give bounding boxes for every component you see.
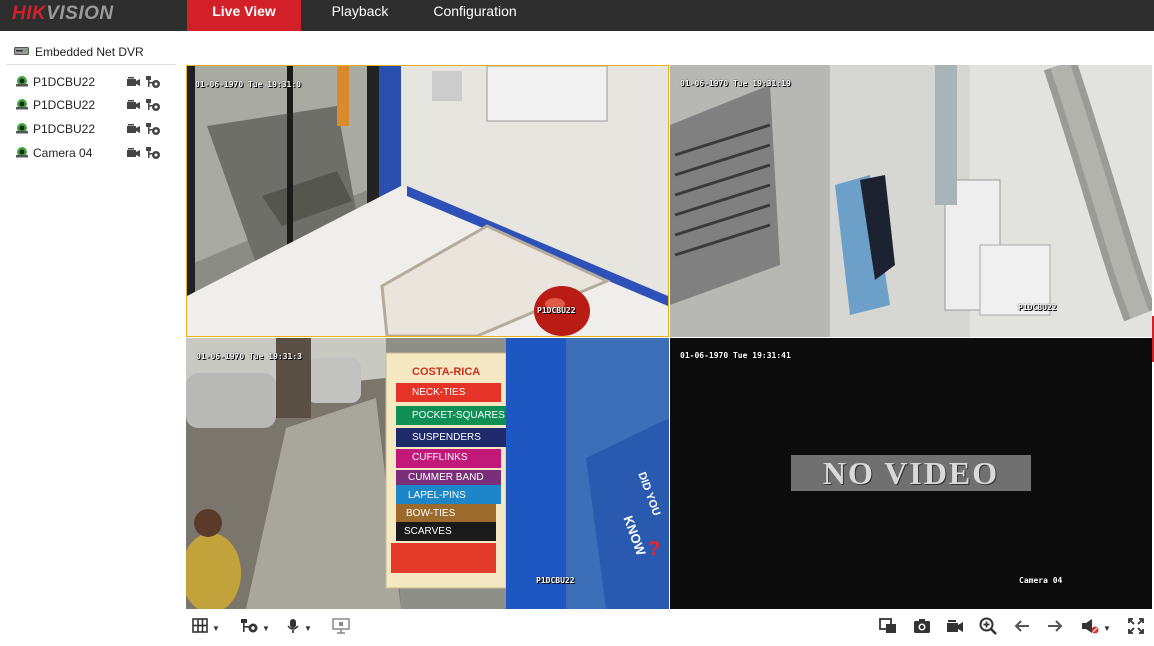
logo-text-hik: HIK	[12, 3, 47, 24]
hikvision-logo: HIKVISION	[12, 3, 114, 25]
window-layout-icon	[192, 618, 208, 638]
record-icon[interactable]	[125, 98, 141, 112]
sign-item: SUSPENDERS	[412, 432, 481, 443]
osd-camera-label: Camera 04	[1019, 576, 1063, 585]
capture-window-button[interactable]	[879, 617, 897, 639]
fullscreen-button[interactable]	[1128, 617, 1144, 639]
next-page-button[interactable]	[1047, 619, 1063, 637]
camera-label: P1DCBU22	[33, 75, 96, 89]
volume-mute-icon	[1081, 618, 1099, 639]
chevron-down-icon: ▼	[304, 623, 312, 633]
video-tile-1[interactable]: 01-06-1970 Tue 19:31:0 P1DCBU22	[186, 65, 669, 337]
snapshot-button[interactable]	[913, 618, 931, 639]
snapshot-icon	[913, 618, 931, 639]
digital-zoom-icon	[332, 617, 350, 639]
capture-window-icon	[879, 617, 897, 639]
record-button[interactable]	[946, 619, 964, 637]
logo-text-vision: VISION	[46, 3, 114, 24]
sign-item: POCKET-SQUARES	[412, 410, 505, 421]
microphone-icon	[286, 618, 300, 639]
camera-status-icon	[15, 75, 29, 90]
volume-button[interactable]: ▼	[1081, 618, 1111, 639]
ptz-icon[interactable]	[145, 146, 161, 160]
sign-item: SCARVES	[404, 526, 452, 537]
osd-camera-label: P1DCBU22	[536, 576, 575, 585]
camera-label: Camera 04	[33, 146, 93, 160]
device-tree-root[interactable]: Embedded Net DVR	[14, 45, 144, 59]
sidebar-divider	[6, 64, 176, 65]
camera-label: P1DCBU22	[33, 122, 96, 136]
camera-label: P1DCBU22	[33, 98, 96, 112]
osd-camera-label: P1DCBU22	[537, 306, 576, 315]
osd-camera-label: P1DCBU22	[1018, 303, 1057, 312]
fullscreen-icon	[1128, 617, 1144, 639]
camera-list-item[interactable]: P1DCBU22	[15, 98, 161, 112]
video-tile-3[interactable]: COSTA-RICA NECK-TIES POCKET-SQUARES SUSP…	[186, 338, 669, 609]
camera-list-item[interactable]: P1DCBU22	[15, 75, 161, 89]
no-video-banner: NO VIDEO	[791, 455, 1031, 491]
record-icon[interactable]	[125, 122, 141, 136]
chevron-down-icon: ▼	[262, 623, 270, 633]
tab-playback[interactable]: Playback	[317, 0, 403, 31]
record-icon	[946, 618, 964, 639]
zoom-in-button[interactable]	[979, 617, 997, 640]
ptz-icon[interactable]	[145, 98, 161, 112]
camera-status-icon	[15, 122, 29, 137]
osd-timestamp: 01-06-1970 Tue 19:31:19	[680, 79, 791, 88]
microphone-button[interactable]: ▼	[286, 618, 312, 639]
camera-status-icon	[15, 98, 29, 113]
chevron-down-icon: ▼	[1103, 623, 1111, 633]
record-icon[interactable]	[125, 146, 141, 160]
previous-page-button[interactable]	[1014, 619, 1030, 637]
next-page-icon	[1047, 619, 1063, 638]
osd-timestamp: 01-06-1970 Tue 19:31:0	[195, 80, 301, 89]
osd-timestamp: 01-06-1970 Tue 19:31:3	[196, 352, 302, 361]
tab-configuration[interactable]: Configuration	[424, 0, 526, 31]
video-tile-2[interactable]: 01-06-1970 Tue 19:31:19 P1DCBU22	[670, 65, 1152, 337]
sign-item: LAPEL-PINS	[408, 490, 466, 501]
osd-timestamp: 01-06-1970 Tue 19:31:41	[680, 351, 791, 360]
ptz-control-button[interactable]: ▼	[240, 618, 270, 639]
ptz-icon[interactable]	[145, 122, 161, 136]
window-layout-button[interactable]: ▼	[192, 618, 220, 638]
video-frame-2	[670, 65, 1152, 337]
sign-item: BOW-TIES	[406, 508, 456, 519]
ptz-icon[interactable]	[145, 75, 161, 89]
top-navigation-bar: HIKVISION Live View Playback Configurati…	[0, 0, 1154, 31]
chevron-down-icon: ▼	[212, 623, 220, 633]
digital-zoom-button[interactable]	[332, 617, 350, 639]
camera-list-item[interactable]: Camera 04	[15, 146, 161, 160]
record-icon[interactable]	[125, 75, 141, 89]
sign-item: CUFFLINKS	[412, 452, 468, 463]
camera-status-icon	[15, 146, 29, 161]
device-name: Embedded Net DVR	[35, 45, 144, 59]
sign-item: NECK-TIES	[412, 387, 466, 398]
dvr-icon	[14, 45, 35, 59]
live-view-toolbar: ▼ ▼ ▼ ▼	[186, 610, 1152, 646]
previous-page-icon	[1014, 619, 1030, 638]
poster-text: ?	[648, 538, 661, 560]
ptz-control-icon	[240, 618, 258, 639]
zoom-in-icon	[979, 617, 997, 640]
video-frame-1	[187, 66, 668, 336]
camera-list-item[interactable]: P1DCBU22	[15, 122, 161, 136]
sign-item: CUMMER BAND	[408, 472, 484, 483]
tab-live-view[interactable]: Live View	[187, 0, 301, 31]
sign-shop-name: COSTA-RICA	[412, 366, 481, 378]
